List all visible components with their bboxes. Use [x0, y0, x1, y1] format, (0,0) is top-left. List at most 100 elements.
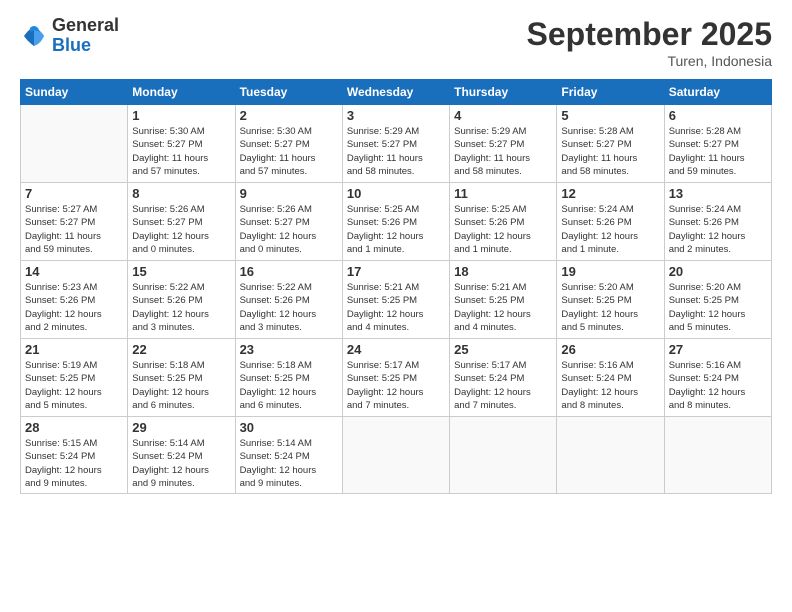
calendar-cell: 7Sunrise: 5:27 AMSunset: 5:27 PMDaylight… — [21, 183, 128, 261]
day-info: Sunrise: 5:23 AMSunset: 5:26 PMDaylight:… — [25, 281, 123, 334]
calendar-cell: 3Sunrise: 5:29 AMSunset: 5:27 PMDaylight… — [342, 105, 449, 183]
calendar-cell: 22 Sunrise: 5:18 AMSunset: 5:25 PMDayligh… — [128, 339, 235, 417]
calendar-cell: 10Sunrise: 5:25 AMSunset: 5:26 PMDayligh… — [342, 183, 449, 261]
logo-text: General Blue — [52, 16, 119, 56]
calendar-cell: 9Sunrise: 5:26 AMSunset: 5:27 PMDaylight… — [235, 183, 342, 261]
day-info: Sunrise: 5:28 AMSunset: 5:27 PMDaylight:… — [561, 125, 659, 178]
calendar-cell: 25Sunrise: 5:17 AMSunset: 5:24 PMDayligh… — [450, 339, 557, 417]
day-number: 16 — [240, 264, 338, 279]
calendar-cell: 12 Sunrise: 5:24 AMSunset: 5:26 PMDayligh… — [557, 183, 664, 261]
calendar-day-header: Wednesday — [342, 80, 449, 105]
day-number: 12 — [561, 186, 659, 201]
day-info: Sunrise: 5:30 AMSunset: 5:27 PMDaylight:… — [240, 125, 338, 178]
calendar-cell: 19 Sunrise: 5:20 AMSunset: 5:25 PMDayligh… — [557, 261, 664, 339]
calendar-day-header: Sunday — [21, 80, 128, 105]
calendar-cell: 17 Sunrise: 5:21 AMSunset: 5:25 PMDayligh… — [342, 261, 449, 339]
logo: General Blue — [20, 16, 119, 56]
day-number: 27 — [669, 342, 767, 357]
calendar-cell: 11Sunrise: 5:25 AMSunset: 5:26 PMDayligh… — [450, 183, 557, 261]
calendar-week-row: 21 Sunrise: 5:19 AMSunset: 5:25 PMDayligh… — [21, 339, 772, 417]
header: General Blue September 2025 Turen, Indon… — [20, 16, 772, 69]
day-number: 14 — [25, 264, 123, 279]
calendar-header-row: SundayMondayTuesdayWednesdayThursdayFrid… — [21, 80, 772, 105]
calendar-week-row: 7Sunrise: 5:27 AMSunset: 5:27 PMDaylight… — [21, 183, 772, 261]
calendar-cell: 13 Sunrise: 5:24 AMSunset: 5:26 PMDayligh… — [664, 183, 771, 261]
logo-icon — [20, 22, 48, 50]
day-number: 19 — [561, 264, 659, 279]
calendar-day-header: Friday — [557, 80, 664, 105]
day-info: Sunrise: 5:15 AMSunset: 5:24 PMDaylight:… — [25, 437, 123, 490]
day-number: 3 — [347, 108, 445, 123]
day-number: 29 — [132, 420, 230, 435]
calendar-cell: 2 Sunrise: 5:30 AMSunset: 5:27 PMDaylight… — [235, 105, 342, 183]
day-number: 18 — [454, 264, 552, 279]
day-info: Sunrise: 5:24 AMSunset: 5:26 PMDaylight:… — [669, 203, 767, 256]
day-number: 4 — [454, 108, 552, 123]
page: General Blue September 2025 Turen, Indon… — [0, 0, 792, 612]
calendar-cell: 28 Sunrise: 5:15 AMSunset: 5:24 PMDayligh… — [21, 417, 128, 494]
month-title: September 2025 — [527, 16, 772, 53]
day-number: 30 — [240, 420, 338, 435]
calendar-cell: 29Sunrise: 5:14 AMSunset: 5:24 PMDayligh… — [128, 417, 235, 494]
day-info: Sunrise: 5:24 AMSunset: 5:26 PMDaylight:… — [561, 203, 659, 256]
day-info: Sunrise: 5:14 AMSunset: 5:24 PMDaylight:… — [240, 437, 338, 490]
day-info: Sunrise: 5:26 AMSunset: 5:27 PMDaylight:… — [240, 203, 338, 256]
day-info: Sunrise: 5:21 AMSunset: 5:25 PMDaylight:… — [454, 281, 552, 334]
day-info: Sunrise: 5:30 AMSunset: 5:27 PMDaylight:… — [132, 125, 230, 178]
day-number: 17 — [347, 264, 445, 279]
day-info: Sunrise: 5:25 AMSunset: 5:26 PMDaylight:… — [347, 203, 445, 256]
calendar-cell — [342, 417, 449, 494]
calendar-cell: 6Sunrise: 5:28 AMSunset: 5:27 PMDaylight… — [664, 105, 771, 183]
day-number: 28 — [25, 420, 123, 435]
calendar-day-header: Saturday — [664, 80, 771, 105]
calendar-cell: 24Sunrise: 5:17 AMSunset: 5:25 PMDayligh… — [342, 339, 449, 417]
day-number: 5 — [561, 108, 659, 123]
day-number: 24 — [347, 342, 445, 357]
day-info: Sunrise: 5:19 AMSunset: 5:25 PMDaylight:… — [25, 359, 123, 412]
calendar-day-header: Thursday — [450, 80, 557, 105]
logo-general: General — [52, 16, 119, 36]
calendar-cell: 1Sunrise: 5:30 AMSunset: 5:27 PMDaylight… — [128, 105, 235, 183]
calendar-cell — [21, 105, 128, 183]
day-info: Sunrise: 5:26 AMSunset: 5:27 PMDaylight:… — [132, 203, 230, 256]
day-number: 20 — [669, 264, 767, 279]
calendar-cell: 15 Sunrise: 5:22 AMSunset: 5:26 PMDayligh… — [128, 261, 235, 339]
calendar-cell: 5 Sunrise: 5:28 AMSunset: 5:27 PMDaylight… — [557, 105, 664, 183]
day-number: 21 — [25, 342, 123, 357]
calendar-cell: 26 Sunrise: 5:16 AMSunset: 5:24 PMDayligh… — [557, 339, 664, 417]
day-info: Sunrise: 5:18 AMSunset: 5:25 PMDaylight:… — [132, 359, 230, 412]
day-info: Sunrise: 5:22 AMSunset: 5:26 PMDaylight:… — [132, 281, 230, 334]
day-number: 7 — [25, 186, 123, 201]
calendar-week-row: 14 Sunrise: 5:23 AMSunset: 5:26 PMDayligh… — [21, 261, 772, 339]
calendar-day-header: Monday — [128, 80, 235, 105]
calendar-cell: 23 Sunrise: 5:18 AMSunset: 5:25 PMDayligh… — [235, 339, 342, 417]
calendar-week-row: 1Sunrise: 5:30 AMSunset: 5:27 PMDaylight… — [21, 105, 772, 183]
calendar-cell: 30 Sunrise: 5:14 AMSunset: 5:24 PMDayligh… — [235, 417, 342, 494]
day-info: Sunrise: 5:20 AMSunset: 5:25 PMDaylight:… — [561, 281, 659, 334]
day-info: Sunrise: 5:17 AMSunset: 5:24 PMDaylight:… — [454, 359, 552, 412]
day-number: 2 — [240, 108, 338, 123]
day-number: 8 — [132, 186, 230, 201]
day-info: Sunrise: 5:21 AMSunset: 5:25 PMDaylight:… — [347, 281, 445, 334]
logo-blue: Blue — [52, 36, 119, 56]
day-number: 15 — [132, 264, 230, 279]
day-number: 23 — [240, 342, 338, 357]
calendar-cell: 21 Sunrise: 5:19 AMSunset: 5:25 PMDayligh… — [21, 339, 128, 417]
day-info: Sunrise: 5:22 AMSunset: 5:26 PMDaylight:… — [240, 281, 338, 334]
calendar-cell — [450, 417, 557, 494]
calendar-cell: 8 Sunrise: 5:26 AMSunset: 5:27 PMDaylight… — [128, 183, 235, 261]
calendar-cell: 18 Sunrise: 5:21 AMSunset: 5:25 PMDayligh… — [450, 261, 557, 339]
day-number: 13 — [669, 186, 767, 201]
calendar: SundayMondayTuesdayWednesdayThursdayFrid… — [20, 79, 772, 494]
day-number: 26 — [561, 342, 659, 357]
calendar-cell: 4Sunrise: 5:29 AMSunset: 5:27 PMDaylight… — [450, 105, 557, 183]
day-info: Sunrise: 5:18 AMSunset: 5:25 PMDaylight:… — [240, 359, 338, 412]
day-number: 22 — [132, 342, 230, 357]
calendar-cell: 20 Sunrise: 5:20 AMSunset: 5:25 PMDayligh… — [664, 261, 771, 339]
day-info: Sunrise: 5:28 AMSunset: 5:27 PMDaylight:… — [669, 125, 767, 178]
title-block: September 2025 Turen, Indonesia — [527, 16, 772, 69]
day-info: Sunrise: 5:20 AMSunset: 5:25 PMDaylight:… — [669, 281, 767, 334]
day-info: Sunrise: 5:25 AMSunset: 5:26 PMDaylight:… — [454, 203, 552, 256]
location: Turen, Indonesia — [527, 53, 772, 69]
day-info: Sunrise: 5:16 AMSunset: 5:24 PMDaylight:… — [561, 359, 659, 412]
